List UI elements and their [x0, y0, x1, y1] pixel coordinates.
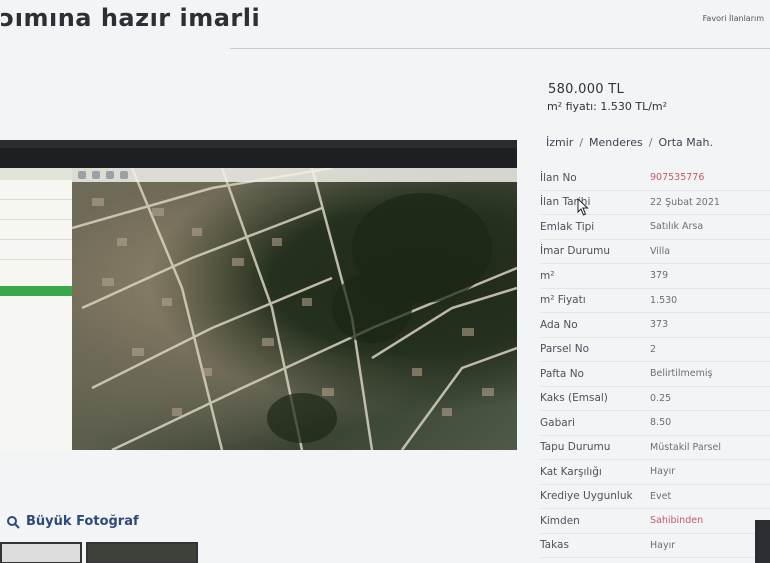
map-sidebar-row — [0, 200, 72, 220]
detail-label: İlan Tarihi — [540, 196, 591, 209]
detail-row: Emlak Tipi Satılık Arsa — [540, 215, 770, 240]
detail-label: Kimden — [540, 514, 580, 527]
detail-value: Satılık Arsa — [650, 221, 704, 233]
detail-label: Gabari — [540, 416, 575, 429]
divider — [230, 48, 770, 49]
map-tool-icon[interactable] — [92, 171, 100, 179]
detail-row: Takas Hayır — [540, 534, 770, 558]
listing-photo[interactable] — [0, 140, 517, 450]
map-sidebar-row — [0, 240, 72, 260]
listing-details-table: İlan No 907535776 İlan Tarihi 22 Şubat 202… — [540, 166, 770, 558]
detail-value: Sahibinden — [650, 515, 704, 527]
detail-row: Tapu Durumu Müstakil Parsel — [540, 436, 770, 460]
detail-row: İmar Durumu Villa — [540, 240, 770, 264]
map-sidebar-row — [0, 220, 72, 240]
price-per-m2: m² fiyatı: 1.530 TL/m² — [547, 100, 668, 113]
map-tool-icon[interactable] — [78, 171, 86, 179]
detail-label: m² Fiyatı — [540, 294, 586, 307]
favorites-link[interactable]: Favori İlanlarım — [703, 14, 764, 23]
detail-value: 373 — [650, 319, 669, 331]
detail-row: Gabari 8.50 — [540, 411, 770, 436]
map-sidebar-header — [0, 168, 72, 180]
detail-value: 907535776 — [650, 172, 705, 184]
breadcrumb-district[interactable]: Menderes — [589, 136, 643, 149]
map-roads — [72, 168, 517, 450]
detail-label: Krediye Uygunluk — [540, 490, 633, 503]
detail-row: İlan Tarihi 22 Şubat 2021 — [540, 191, 770, 215]
detail-value: Villa — [650, 245, 671, 257]
detail-value: 22 Şubat 2021 — [650, 196, 720, 208]
detail-value: 0.25 — [650, 392, 672, 404]
detail-label: Emlak Tipi — [540, 220, 595, 233]
detail-label: Tapu Durumu — [540, 441, 611, 454]
detail-label: Pafta No — [540, 367, 584, 380]
detail-label: m² — [540, 269, 555, 282]
detail-label: Parsel No — [540, 343, 590, 356]
monitor-bezel — [755, 520, 770, 563]
photo-thumbnail[interactable] — [0, 542, 82, 563]
breadcrumb: İzmir / Menderes / Orta Mah. — [546, 136, 713, 149]
detail-label: Kaks (Emsal) — [540, 392, 608, 405]
detail-row: m² 379 — [540, 264, 770, 289]
screen: ɔımına hazır imarli Favori İlanlarım 580… — [0, 0, 770, 563]
map-toolbar — [72, 168, 517, 182]
breadcrumb-separator: / — [648, 136, 653, 149]
detail-value: Hayır — [650, 466, 676, 478]
detail-value: 8.50 — [650, 417, 672, 429]
map-sidebar-row — [0, 180, 72, 200]
detail-row: Krediye Uygunluk Evet — [540, 485, 770, 509]
detail-label: Kat Karşılığı — [540, 465, 602, 478]
detail-value: 2 — [650, 343, 657, 355]
detail-label: Takas — [540, 539, 569, 552]
detail-value: Evet — [650, 490, 672, 502]
detail-row: m² Fiyatı 1.530 — [540, 289, 770, 313]
detail-label: İlan No — [540, 171, 577, 184]
detail-row: Kaks (Emsal) 0.25 — [540, 387, 770, 411]
detail-row: İlan No 907535776 — [540, 166, 770, 191]
detail-row: Kimden Sahibinden — [540, 509, 770, 534]
breadcrumb-city[interactable]: İzmir — [546, 136, 573, 149]
photo-thumbnail[interactable] — [86, 542, 198, 563]
detail-value: Müstakil Parsel — [650, 441, 721, 453]
detail-value: 379 — [650, 270, 669, 282]
detail-row: Ada No 373 — [540, 313, 770, 338]
page-title: ɔımına hazır imarli — [0, 4, 261, 32]
detail-row: Parsel No 2 — [540, 338, 770, 362]
map-tool-icon[interactable] — [120, 171, 128, 179]
price-total: 580.000 TL — [548, 82, 625, 97]
detail-value: 1.530 — [650, 294, 678, 306]
large-photo-label: Büyük Fotoğraf — [26, 514, 139, 529]
map-sidebar — [0, 168, 72, 450]
detail-value: Hayır — [650, 539, 676, 551]
detail-label: İmar Durumu — [540, 245, 611, 258]
mouse-pointer-icon — [577, 198, 589, 216]
detail-value: Belirtilmemiş — [650, 368, 713, 380]
large-photo-link[interactable]: Büyük Fotoğraf — [6, 514, 139, 529]
magnifier-icon — [7, 515, 20, 529]
detail-row: Pafta No Belirtilmemiş — [540, 362, 770, 387]
map-tool-icon[interactable] — [106, 171, 114, 179]
satellite-map[interactable] — [72, 168, 517, 450]
breadcrumb-separator: / — [579, 136, 584, 149]
map-sidebar-selected-bar — [0, 286, 72, 296]
breadcrumb-neighborhood[interactable]: Orta Mah. — [659, 136, 713, 149]
detail-row: Kat Karşılığı Hayır — [540, 460, 770, 485]
detail-label: Ada No — [540, 318, 578, 331]
